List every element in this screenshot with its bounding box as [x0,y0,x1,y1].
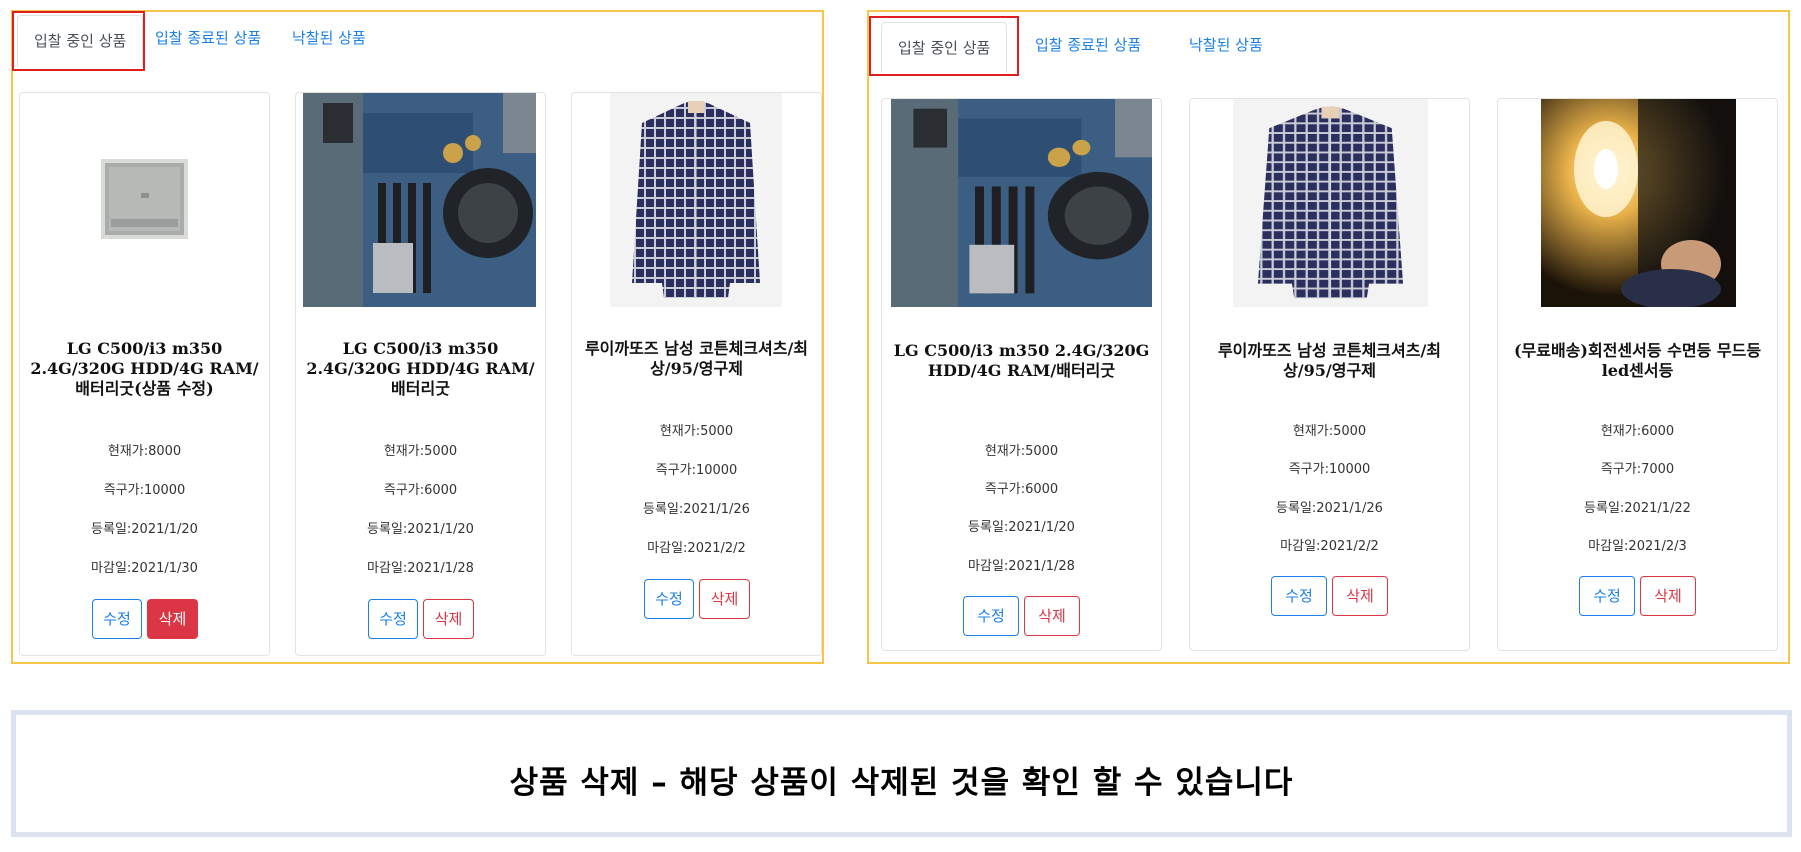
delete-button[interactable]: 삭제 [1024,596,1080,636]
delete-button[interactable]: 삭제 [1332,576,1388,616]
delete-button[interactable]: 삭제 [1640,576,1696,616]
auction-panel-before: 입찰 중인 상품 입찰 종료된 상품 낙찰된 상품 LG C500/i3 m35… [11,10,824,664]
checked-shirt-image[interactable] [1233,99,1428,307]
motherboard-image[interactable] [891,99,1152,307]
registered-date: 등록일:2021/1/20 [367,522,474,537]
current-price: 현재가:5000 [984,444,1059,459]
product-title[interactable]: 루이까또즈 남성 코튼체크셔츠/최상/95/영구제 [582,339,811,379]
current-price: 현재가:5000 [1292,424,1367,439]
registered-date: 등록일:2021/1/26 [643,502,750,517]
motherboard-image[interactable] [303,93,536,307]
current-price: 현재가:5000 [659,424,734,439]
delete-button-focused[interactable]: 삭제 [147,599,198,639]
product-card: (무료배송)회전센서등 수면등 무드등 led센서등 현재가:6000 즉구가:… [1497,98,1778,651]
deadline-date: 마감일:2021/2/2 [647,541,746,556]
tab-bar: 입찰 중인 상품 입찰 종료된 상품 낙찰된 상품 [869,12,1788,74]
registered-date: 등록일:2021/1/20 [91,522,198,537]
current-price: 현재가:6000 [1600,424,1675,439]
product-title[interactable]: LG C500/i3 m350 2.4G/320G HDD/4G RAM/배터리… [306,339,535,399]
current-price: 현재가:8000 [107,444,182,459]
edit-button[interactable]: 수정 [92,599,142,639]
led-lamp-image[interactable] [1541,99,1736,307]
product-title[interactable]: (무료배송)회전센서등 수면등 무드등 led센서등 [1508,341,1767,381]
registered-date: 등록일:2021/1/26 [1276,501,1383,516]
tab-bar: 입찰 중인 상품 입찰 종료된 상품 낙찰된 상품 [13,12,822,72]
tab-active-auctions[interactable]: 입찰 중인 상품 [17,15,144,67]
deadline-date: 마감일:2021/1/28 [968,559,1075,574]
product-card: LG C500/i3 m350 2.4G/320G HDD/4G RAM/배터리… [881,98,1162,651]
deadline-date: 마감일:2021/1/30 [91,561,198,576]
edit-button[interactable]: 수정 [368,599,418,639]
tab-ended-auctions[interactable]: 입찰 종료된 상품 [1035,35,1141,55]
checked-shirt-image[interactable] [610,93,782,307]
buy-now-price: 즉구가:10000 [103,483,186,498]
registered-date: 등록일:2021/1/20 [968,520,1075,535]
product-card: LG C500/i3 m350 2.4G/320G HDD/4G RAM/배터리… [19,92,270,656]
buy-now-price: 즉구가:7000 [1600,462,1675,477]
edit-button[interactable]: 수정 [1271,576,1327,616]
tab-ended-auctions[interactable]: 입찰 종료된 상품 [155,28,261,48]
deadline-date: 마감일:2021/1/28 [367,561,474,576]
product-card: LG C500/i3 m350 2.4G/320G HDD/4G RAM/배터리… [295,92,546,656]
tab-won-auctions[interactable]: 낙찰된 상품 [292,28,366,48]
caption-box: 상품 삭제 – 해당 상품이 삭제된 것을 확인 할 수 있습니다 [11,710,1792,837]
caption-text: 상품 삭제 – 해당 상품이 삭제된 것을 확인 할 수 있습니다 [509,765,1294,801]
registered-date: 등록일:2021/1/22 [1584,501,1691,516]
delete-button[interactable]: 삭제 [423,599,474,639]
product-title[interactable]: LG C500/i3 m350 2.4G/320G HDD/4G RAM/배터리… [892,341,1151,381]
delete-button[interactable]: 삭제 [699,579,750,619]
deadline-date: 마감일:2021/2/2 [1280,539,1379,554]
tab-won-auctions[interactable]: 낙찰된 상품 [1189,35,1263,55]
current-price: 현재가:5000 [383,444,458,459]
deadline-date: 마감일:2021/2/3 [1588,539,1687,554]
product-card: 루이까또즈 남성 코튼체크셔츠/최상/95/영구제 현재가:5000 즉구가:1… [1189,98,1470,651]
product-title[interactable]: LG C500/i3 m350 2.4G/320G HDD/4G RAM/배터리… [30,339,259,399]
product-title[interactable]: 루이까또즈 남성 코튼체크셔츠/최상/95/영구제 [1200,341,1459,381]
tab-active-auctions[interactable]: 입찰 중인 상품 [881,22,1008,74]
edit-button[interactable]: 수정 [963,596,1019,636]
buy-now-price: 즉구가:6000 [984,482,1059,497]
edit-button[interactable]: 수정 [644,579,694,619]
buy-now-price: 즉구가:10000 [1288,462,1371,477]
laptop-thumbnail-image[interactable] [101,159,188,239]
auction-panel-after: 입찰 중인 상품 입찰 종료된 상품 낙찰된 상품 LG C500/i3 m35… [867,10,1790,664]
buy-now-price: 즉구가:6000 [383,483,458,498]
edit-button[interactable]: 수정 [1579,576,1635,616]
buy-now-price: 즉구가:10000 [655,463,738,478]
product-card: 루이까또즈 남성 코튼체크셔츠/최상/95/영구제 현재가:5000 즉구가:1… [571,92,822,656]
